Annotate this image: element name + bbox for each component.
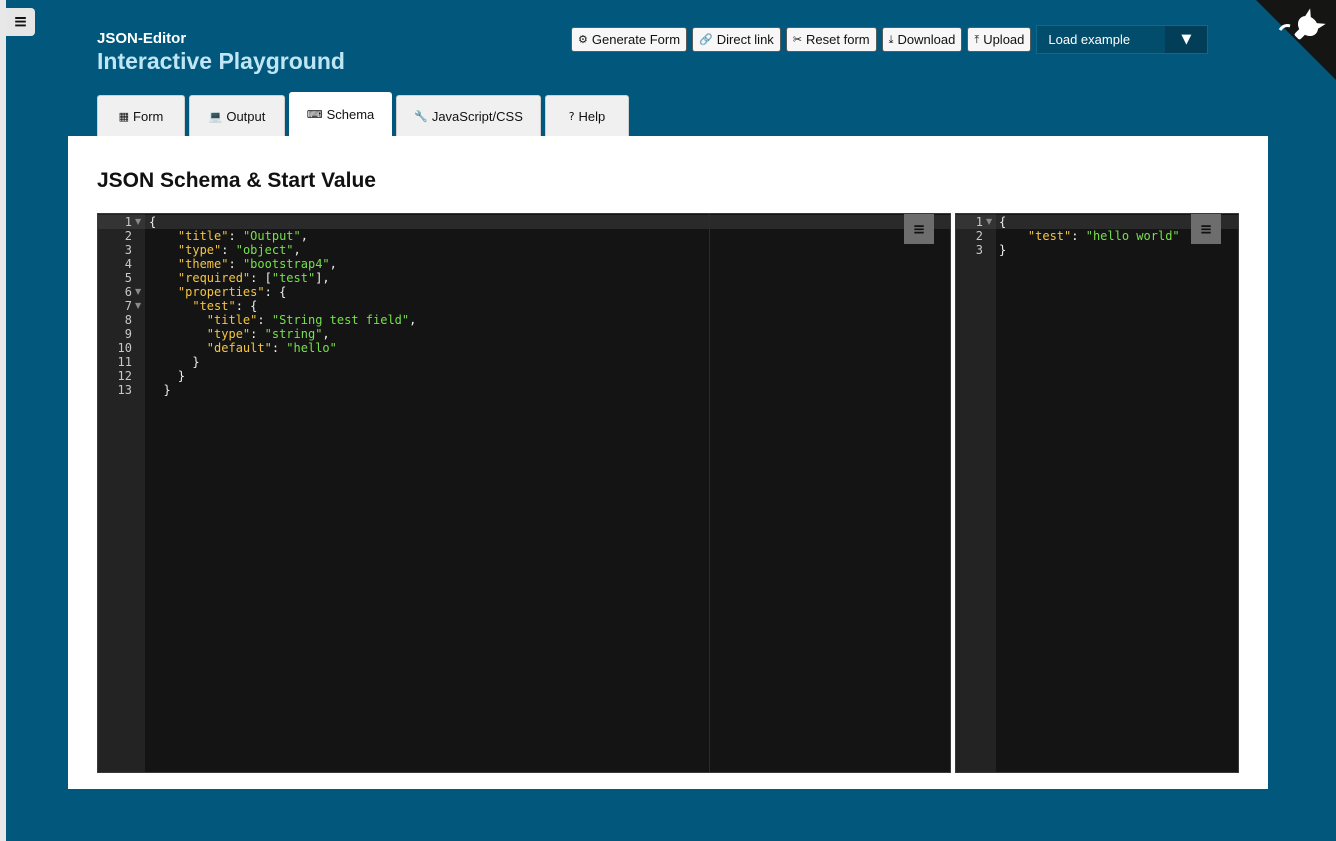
code-line: 3}	[956, 243, 1238, 257]
line-number: 1	[124, 215, 132, 229]
generate-form-button[interactable]: ⚙ Generate Form	[571, 27, 688, 52]
code-line: 2 "title": "Output",	[98, 229, 950, 243]
line-number: 3	[124, 243, 132, 257]
github-corner-icon[interactable]	[1256, 0, 1336, 80]
code-line: 12 }	[98, 369, 950, 383]
download-icon: ⤓	[888, 32, 894, 46]
code-text: "default": "hello"	[206, 341, 337, 355]
code-text: "title": "String test field",	[206, 313, 417, 327]
editor-menu-button[interactable]: ≡	[1191, 214, 1221, 244]
left-edge-strip	[0, 0, 6, 841]
code-text: {	[149, 215, 157, 229]
line-number: 7	[124, 299, 132, 313]
editor-menu-button[interactable]: ≡	[904, 214, 934, 244]
upload-icon: ⤒	[974, 32, 980, 46]
tab-help[interactable]: ? Help	[545, 95, 629, 136]
schema-code-lines: 1 ▼{2 "title": "Output", 3 "type": "object…	[98, 215, 950, 397]
code-text: "properties": {	[177, 285, 287, 299]
load-example-select[interactable]: Load example ▼	[1036, 25, 1209, 54]
tab-javascript-css[interactable]: 🔧 JavaScript/CSS	[396, 95, 541, 136]
schema-code-editor[interactable]: 1 ▼{2 "title": "Output", 3 "type": "object…	[97, 213, 951, 773]
code-line: 1 ▼ {	[98, 215, 950, 229]
keyboard-icon: ⌨	[306, 108, 323, 121]
line-number: 2	[124, 229, 132, 243]
direct-link-button[interactable]: 🔗 Direct link	[692, 27, 781, 52]
line-number: 9	[124, 327, 132, 341]
code-text: }	[149, 355, 200, 369]
line-number: 8	[124, 313, 132, 327]
unlink-icon: ✂	[792, 33, 803, 46]
hamburger-icon: ≡	[13, 12, 28, 32]
fold-arrow-icon[interactable]: ▼	[986, 215, 992, 229]
editor-gutter	[956, 214, 996, 772]
app-subtitle: Interactive Playground	[97, 48, 345, 74]
link-icon: 🔗	[699, 33, 713, 46]
line-number: 12	[117, 369, 132, 383]
panel-title: JSON Schema & Start Value	[97, 169, 376, 192]
code-line: 6 ▼ "properties": {	[98, 285, 950, 299]
form-icon: ▦	[118, 109, 130, 123]
code-line: 4 "theme": "bootstrap4",	[98, 257, 950, 271]
line-number: 6	[124, 285, 132, 299]
start-value-code-editor[interactable]: 1 ▼{2 "test": "hello world" 3} ≡	[955, 213, 1239, 773]
gear-icon: ⚙	[578, 33, 588, 46]
code-text: }	[149, 369, 186, 383]
line-number: 3	[975, 243, 983, 257]
hamburger-icon: ≡	[912, 220, 926, 238]
hamburger-icon: ≡	[1199, 220, 1213, 238]
code-text: }	[999, 243, 1007, 257]
line-number: 4	[124, 257, 132, 271]
schema-panel: JSON Schema & Start Value 1 ▼{2 "title": …	[68, 136, 1268, 789]
line-number: 5	[124, 271, 132, 285]
code-line: 10 "default": "hello"	[98, 341, 950, 355]
code-text: "type": "object",	[177, 243, 301, 257]
question-icon: ?	[568, 109, 575, 123]
dropdown-arrow-icon[interactable]: ▼	[1165, 26, 1208, 53]
code-text: "test": "hello world"	[1027, 229, 1180, 243]
code-line: 13 }	[98, 383, 950, 397]
line-number: 1	[975, 215, 983, 229]
line-number: 13	[117, 383, 132, 397]
line-number: 10	[117, 341, 132, 355]
reset-form-button[interactable]: ✂ Reset form	[785, 27, 877, 52]
code-line: 5 "required": ["test"],	[98, 271, 950, 285]
line-number: 2	[975, 229, 983, 243]
code-line: 7 ▼ "test": {	[98, 299, 950, 313]
code-line: 11 }	[98, 355, 950, 369]
menu-toggle-button[interactable]: ≡	[6, 8, 35, 36]
code-text: "required": ["test"],	[177, 271, 330, 285]
code-text: "test": {	[192, 299, 258, 313]
app-title: JSON-Editor	[97, 30, 187, 47]
code-text: "title": "Output",	[177, 229, 308, 243]
line-number: 11	[117, 355, 132, 369]
toolbar: ⚙ Generate Form 🔗 Direct link ✂ Reset fo…	[571, 25, 1209, 54]
code-text: {	[999, 215, 1007, 229]
tab-output[interactable]: 💻 Output	[189, 95, 285, 136]
code-text: "type": "string",	[206, 327, 330, 341]
load-example-label: Load example	[1048, 32, 1131, 47]
wrench-icon: 🔧	[414, 109, 428, 123]
code-line: 3 "type": "object",	[98, 243, 950, 257]
tab-bar: ▦ Form 💻 Output ⌨ Schema 🔧 JavaScript/CS…	[97, 92, 629, 136]
fold-arrow-icon[interactable]: ▼	[135, 215, 141, 229]
code-line: 9 "type": "string",	[98, 327, 950, 341]
code-text: "theme": "bootstrap4",	[177, 257, 337, 271]
code-line: 8 "title": "String test field",	[98, 313, 950, 327]
laptop-icon: 💻	[208, 109, 223, 123]
tab-form[interactable]: ▦ Form	[97, 95, 185, 136]
tab-schema[interactable]: ⌨ Schema	[289, 92, 392, 136]
fold-arrow-icon[interactable]: ▼	[135, 285, 141, 299]
code-text: }	[149, 383, 171, 397]
upload-button[interactable]: ⤒ Upload	[967, 27, 1032, 52]
download-button[interactable]: ⤓ Download	[881, 27, 963, 52]
fold-arrow-icon[interactable]: ▼	[135, 299, 141, 313]
